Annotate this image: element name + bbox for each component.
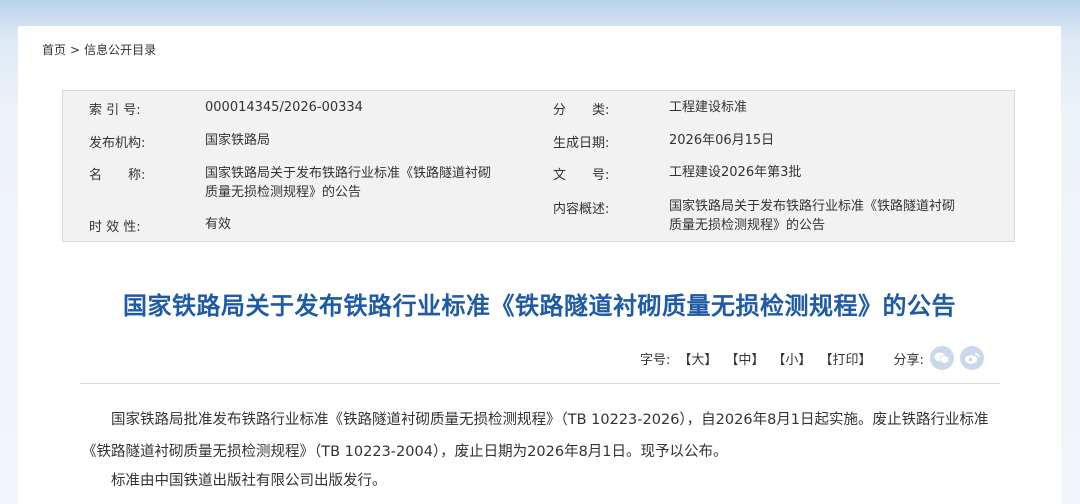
index-value: 000014345/2026-00334 [205,100,363,115]
name-value-line2: 质量无损检测规程》的公告 [205,185,362,200]
summary-value: 国家铁路局关于发布铁路行业标准《铁路隧道衬砌 质量无损检测规程》的公告 [669,197,955,235]
metadata-table: 索 引 号: 000014345/2026-00334 分 类: 工程建设标准 … [62,90,1015,242]
paragraph-2: 标准由中国铁道出版社有限公司出版发行。 [111,473,387,489]
title-divider [80,383,1000,384]
wechat-icon[interactable] [929,346,954,370]
summary-label: 内容概述: [553,202,610,217]
validity-label: 时 效 性: [89,220,141,235]
print-button[interactable]: 【打印】 [819,349,871,368]
font-large-button[interactable]: 【大】 [678,349,717,368]
font-size-label: 字号: [640,352,671,368]
weibo-icon[interactable] [959,346,984,370]
breadcrumb-home[interactable]: 首页 [42,41,66,58]
validity-value: 有效 [205,217,232,232]
publisher-value: 国家铁路局 [205,133,271,148]
share-label: 分享: [893,352,924,368]
index-label: 索 引 号: [89,103,141,118]
name-value: 国家铁路局关于发布铁路行业标准《铁路隧道衬砌 质量无损检测规程》的公告 [205,164,491,202]
font-medium-button[interactable]: 【中】 [725,349,764,368]
paragraph-1: 国家铁路局批准发布铁路行业标准《铁路隧道衬砌质量无损检测规程》（TB 10223… [82,412,989,460]
name-value-line1: 国家铁路局关于发布铁路行业标准《铁路隧道衬砌 [205,166,492,181]
article-body: 国家铁路局批准发布铁路行业标准《铁路隧道衬砌质量无损检测规程》（TB 10223… [82,404,1002,503]
name-label: 名 称: [89,168,146,183]
summary-value-line2: 质量无损检测规程》的公告 [669,218,826,233]
publisher-label: 发布机构: [89,136,146,151]
article-title: 国家铁路局关于发布铁路行业标准《铁路隧道衬砌质量无损检测规程》的公告 [123,292,956,320]
date-value: 2026年06月15日 [669,133,775,148]
docno-value: 工程建设2026年第3批 [669,165,802,180]
docno-label: 文 号: [553,168,610,183]
breadcrumb-separator: > [70,42,81,57]
article-tools: 字号: 【大】 【中】 【小】 【打印】 分享: [640,346,984,370]
category-value: 工程建设标准 [669,100,748,115]
font-small-button[interactable]: 【小】 [772,349,811,368]
summary-value-line1: 国家铁路局关于发布铁路行业标准《铁路隧道衬砌 [669,199,956,214]
date-label: 生成日期: [553,136,610,151]
breadcrumb: 首页 > 信息公开目录 [42,41,156,58]
content-panel: 首页 > 信息公开目录 索 引 号: 000014345/2026-00334 … [18,26,1061,504]
breadcrumb-current[interactable]: 信息公开目录 [84,41,156,58]
category-label: 分 类: [553,103,610,118]
